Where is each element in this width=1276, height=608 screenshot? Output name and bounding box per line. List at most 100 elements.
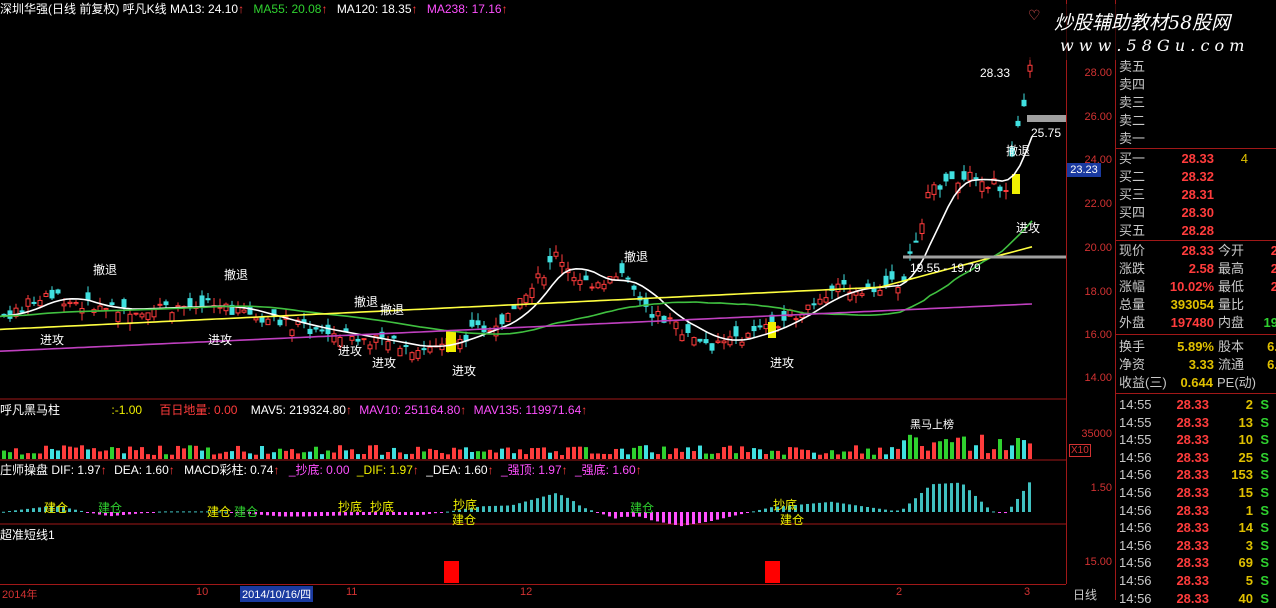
candle-body xyxy=(55,289,61,294)
orderbook-sell-row[interactable]: 卖三 xyxy=(1119,94,1159,112)
period-label[interactable]: 日线 xyxy=(1073,586,1097,603)
tick-row[interactable]: 14:55 28.33 10 S xyxy=(1119,431,1269,449)
macd-bar xyxy=(812,503,815,512)
tick-row[interactable]: 14:56 28.33 3 S xyxy=(1119,537,1269,555)
orderbook-buy-row[interactable]: 买二 28.32 xyxy=(1119,168,1248,186)
volume-bar xyxy=(104,450,108,459)
candle-body xyxy=(889,271,895,280)
tick-row[interactable]: 14:56 28.33 14 S xyxy=(1119,519,1269,537)
candle-body xyxy=(415,350,421,359)
volume-bar xyxy=(434,450,438,459)
candle-body xyxy=(673,321,679,330)
candle-body xyxy=(727,336,733,346)
stat-row: 外盘 197480 内盘 19 xyxy=(1119,315,1276,330)
candle-body xyxy=(427,346,433,353)
volume-bar xyxy=(944,439,948,459)
volume-bar xyxy=(542,447,546,459)
candle-body xyxy=(691,337,697,346)
tick-row[interactable]: 14:56 28.33 40 S xyxy=(1119,590,1269,608)
macd-bar xyxy=(998,512,1001,513)
volume-bar xyxy=(992,449,996,459)
volume-bar xyxy=(560,454,564,459)
kline-chart[interactable] xyxy=(0,0,1066,584)
watermark: 炒股辅助教材58股网 w w w . 5 8 G u . c o m ♡ xyxy=(1020,4,1276,60)
volume-bar xyxy=(938,441,942,459)
volume-bar xyxy=(734,453,738,459)
attack-signal: 进攻 xyxy=(1016,221,1041,235)
macd-bar xyxy=(536,498,539,512)
attack-signal: 进攻 xyxy=(452,364,477,378)
qiangdi-arrow: ↑ xyxy=(635,463,642,477)
volume-bar xyxy=(182,448,186,459)
tick-row[interactable]: 14:56 28.33 15 S xyxy=(1119,484,1269,502)
tick-row[interactable]: 14:56 28.33 153 S xyxy=(1119,466,1269,484)
volume-bar xyxy=(1016,438,1020,459)
volume-bar xyxy=(32,453,36,459)
stat-row: 现价 28.33 今开 2 xyxy=(1119,243,1276,258)
volume-bar xyxy=(44,445,48,459)
volume-bar xyxy=(566,447,570,459)
candle-body xyxy=(649,314,655,318)
tick-row[interactable]: 14:56 28.33 1 S xyxy=(1119,502,1269,520)
chart-area[interactable]: 深圳华强(日线 前复权) 呼凡K线 MA13: 24.10↑ MA55: 20.… xyxy=(0,0,1066,584)
orderbook-buy-row[interactable]: 买四 28.30 xyxy=(1119,204,1248,222)
macd-bar xyxy=(128,512,131,515)
volume-bar xyxy=(968,450,972,459)
volume-bar xyxy=(986,453,990,459)
macd-bar xyxy=(506,505,509,512)
volume-bar xyxy=(266,453,270,459)
volume-bar xyxy=(620,448,624,459)
candle-body xyxy=(697,338,703,342)
orderbook-buy-row[interactable]: 买五 28.28 xyxy=(1119,222,1248,240)
volume-bar xyxy=(716,453,720,459)
volume-bar xyxy=(722,447,726,459)
macd-bar xyxy=(692,512,695,525)
candle-body xyxy=(103,308,109,311)
macd-bar xyxy=(824,502,827,512)
volume-bar xyxy=(26,453,30,459)
macd-bar xyxy=(854,505,857,512)
volume-bar xyxy=(356,454,360,459)
candle-body xyxy=(109,302,115,306)
orderbook-sell-row[interactable]: 卖一 xyxy=(1119,130,1159,148)
macd-bar xyxy=(158,511,161,513)
macd-bar xyxy=(278,512,281,517)
volume-bar xyxy=(62,445,66,459)
tick-row[interactable]: 14:55 28.33 13 S xyxy=(1119,414,1269,432)
ma120-value: MA120: 18.35 xyxy=(336,2,412,16)
qiangding-arrow: ↑ xyxy=(561,463,568,477)
macd-bar xyxy=(194,511,197,513)
mav5-value: MAV5: 219324.80 xyxy=(250,403,346,417)
macd-bar xyxy=(758,509,761,512)
dif2-arrow: ↑ xyxy=(412,463,419,477)
candle-body xyxy=(457,338,463,350)
volume-bar xyxy=(152,454,156,459)
volume-bar xyxy=(578,446,582,459)
candle-body xyxy=(73,301,79,305)
tick-row[interactable]: 14:56 28.33 25 S xyxy=(1119,449,1269,467)
orderbook-sell-row[interactable]: 卖五 xyxy=(1119,58,1159,76)
macd-bar xyxy=(134,512,137,514)
divider xyxy=(1116,393,1276,394)
axis-bot-tick: 15.00 xyxy=(1084,556,1112,568)
volume-bar xyxy=(728,445,732,459)
tick-row[interactable]: 14:55 28.33 2 S xyxy=(1119,396,1269,414)
tick-row[interactable]: 14:56 28.33 69 S xyxy=(1119,554,1269,572)
macd-bar xyxy=(830,501,833,512)
volume-bar xyxy=(950,442,954,459)
macd-value: MACD彩柱: 0.74 xyxy=(184,463,274,477)
orderbook-sell-row[interactable]: 卖二 xyxy=(1119,112,1159,130)
volume-bar xyxy=(902,440,906,459)
tick-price: 28.33 xyxy=(1176,573,1209,588)
orderbook-buy-row[interactable]: 买三 28.31 xyxy=(1119,186,1248,204)
volume-bar xyxy=(608,454,612,459)
tick-row[interactable]: 14:56 28.33 5 S xyxy=(1119,572,1269,590)
volume-bar xyxy=(794,447,798,459)
orderbook-sell-row[interactable]: 卖四 xyxy=(1119,76,1159,94)
macd-bar xyxy=(656,512,659,522)
macd-bar xyxy=(614,512,617,519)
mav135-value: MAV135: 119971.64 xyxy=(473,403,582,417)
volume-bar xyxy=(308,451,312,459)
candle-body xyxy=(349,336,355,341)
orderbook-buy-row[interactable]: 买一 28.33 4 xyxy=(1119,150,1248,168)
